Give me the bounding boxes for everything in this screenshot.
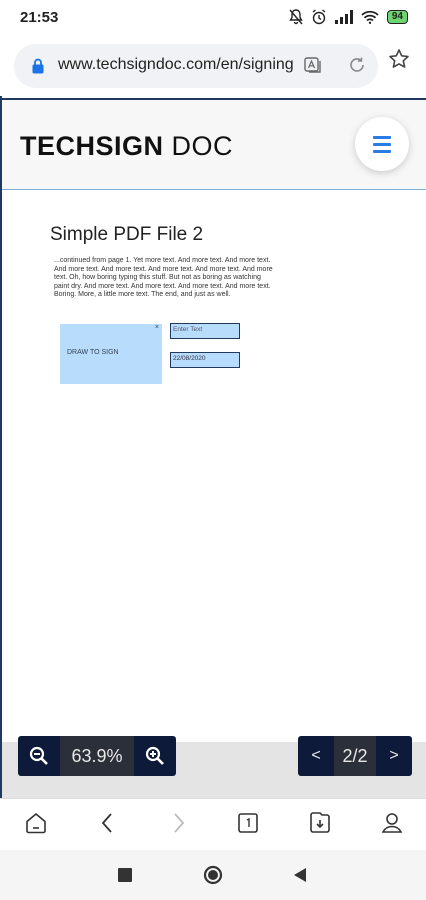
signature-field[interactable]: × DRAW TO SIGN (60, 324, 162, 384)
zoom-out-button[interactable] (18, 736, 60, 776)
url-text[interactable]: www.techsigndoc.com/en/signing (58, 56, 298, 74)
next-page-button[interactable]: > (376, 736, 412, 776)
bookmark-star-icon[interactable] (388, 48, 410, 70)
zoom-in-icon (145, 746, 164, 765)
site-logo[interactable]: TECHSIGN DOC (20, 131, 233, 162)
status-icons: 94 (289, 9, 408, 25)
browser-toolbar: www.techsigndoc.com/en/signing (0, 36, 426, 96)
reload-icon[interactable] (348, 56, 366, 74)
status-time: 21:53 (20, 9, 59, 26)
tabs-icon[interactable] (236, 811, 260, 835)
recents-icon[interactable] (118, 868, 132, 882)
date-field[interactable]: 22/08/2020 (170, 352, 240, 368)
zoom-in-button[interactable] (134, 736, 176, 776)
profile-icon[interactable] (380, 811, 404, 835)
pdf-title: Simple PDF File 2 (50, 224, 204, 245)
lock-icon (32, 58, 44, 74)
status-bar: 21:53 94 (0, 0, 426, 36)
home-icon[interactable] (24, 811, 48, 835)
zoom-out-icon (29, 746, 48, 765)
menu-button[interactable] (355, 117, 409, 171)
hamburger-icon (373, 136, 391, 139)
zoom-control: 63.9% (18, 736, 176, 776)
signature-label: DRAW TO SIGN (67, 349, 119, 356)
address-bar[interactable]: www.techsigndoc.com/en/signing (14, 44, 378, 88)
text-input-field[interactable]: Enter Text (170, 323, 240, 339)
prev-page-button[interactable]: < (298, 736, 334, 776)
browser-bottom-bar (0, 798, 426, 850)
back-icon[interactable] (96, 811, 120, 835)
page-indicator: 2/2 (334, 736, 376, 776)
downloads-icon[interactable] (308, 811, 332, 835)
system-back-icon[interactable] (292, 867, 308, 883)
translate-icon[interactable] (304, 56, 322, 74)
system-home-icon[interactable] (203, 865, 223, 885)
system-navigation-bar (0, 850, 426, 900)
signature-close-icon[interactable]: × (155, 324, 159, 331)
pdf-body-text: ...continued from page 1. Yet more text.… (54, 257, 273, 299)
signal-icon (334, 10, 353, 24)
web-page: TECHSIGN DOC Simple PDF File 2 ...contin… (0, 96, 426, 798)
site-header: TECHSIGN DOC (2, 98, 426, 190)
alarm-icon (312, 9, 326, 25)
zoom-level: 63.9% (60, 736, 134, 776)
wifi-icon (361, 10, 379, 24)
battery-indicator: 94 (386, 10, 408, 24)
page-control: < 2/2 > (298, 736, 412, 776)
mute-bell-icon (289, 9, 303, 25)
forward-icon[interactable] (166, 811, 190, 835)
